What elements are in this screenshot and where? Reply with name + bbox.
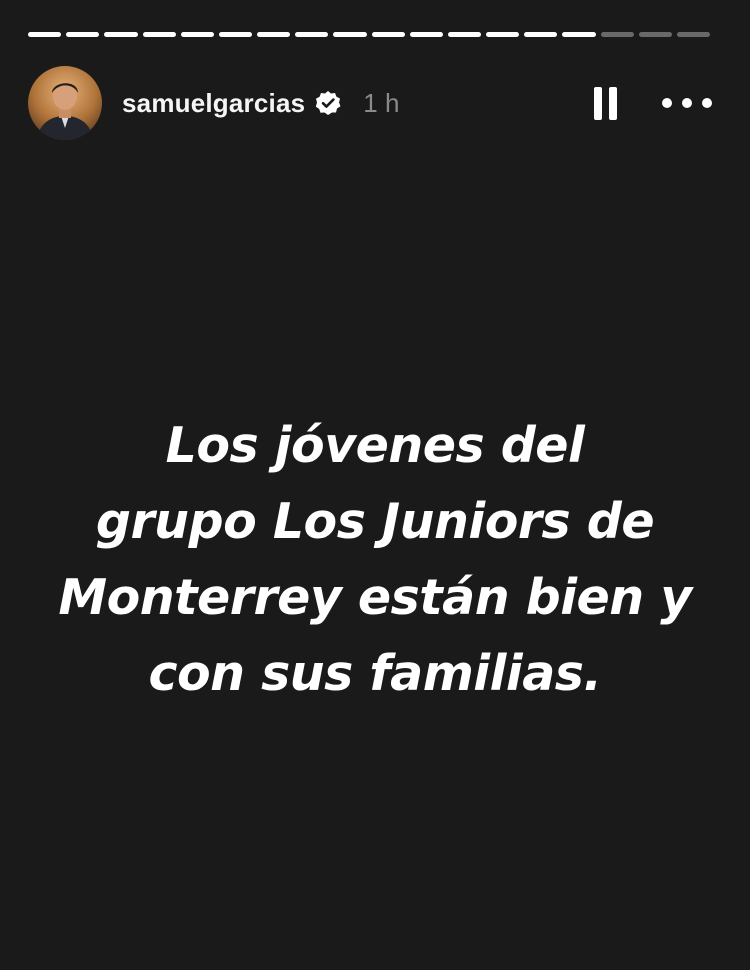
progress-segment-fill	[104, 32, 138, 37]
progress-segment-fill	[486, 32, 520, 37]
progress-segment-fill	[142, 32, 176, 37]
progress-segment-fill	[180, 32, 214, 37]
progress-segment	[524, 32, 558, 37]
progress-segment	[600, 32, 634, 37]
more-options-button[interactable]	[662, 88, 712, 118]
progress-segment	[257, 32, 291, 37]
story-text-line: con sus familias.	[148, 645, 602, 702]
story-text-line: Monterrey están bien y	[58, 569, 692, 626]
progress-segment	[447, 32, 482, 37]
progress-segment	[295, 32, 329, 37]
progress-segment-fill	[371, 32, 405, 37]
progress-segment	[218, 32, 253, 37]
progress-segment-fill	[409, 32, 443, 37]
progress-segment	[104, 32, 138, 37]
progress-segment	[486, 32, 520, 37]
progress-segment	[333, 32, 367, 37]
verified-badge-icon	[315, 90, 341, 116]
progress-segment-fill	[66, 32, 100, 37]
progress-segment-fill	[257, 32, 291, 37]
story-text-line: grupo Los Juniors de	[95, 493, 655, 550]
progress-segment-fill	[562, 32, 596, 37]
progress-segment	[142, 32, 176, 37]
progress-segment	[180, 32, 214, 37]
pause-icon	[593, 86, 602, 120]
story-progress-bar	[28, 32, 711, 37]
username[interactable]: samuelgarcias	[122, 88, 305, 119]
more-options-dot	[702, 98, 712, 108]
progress-segment	[28, 32, 62, 37]
progress-segment	[676, 32, 711, 37]
progress-segment	[638, 32, 672, 37]
profile-photo	[28, 66, 102, 140]
progress-segment-fill	[295, 32, 329, 37]
progress-segment-fill	[333, 32, 367, 37]
progress-segment-fill	[28, 32, 62, 37]
story-header: samuelgarcias 1 h	[28, 66, 712, 140]
progress-segment	[371, 32, 405, 37]
post-time: 1 h	[363, 87, 400, 118]
story-text: Los jóvenes del grupo Los Juniors de Mon…	[20, 408, 730, 712]
more-options-dot	[682, 98, 692, 108]
progress-segment-fill	[218, 32, 253, 37]
progress-segment	[562, 32, 596, 37]
pause-icon-bar	[608, 86, 617, 120]
avatar[interactable]	[28, 66, 102, 140]
progress-segment-fill	[524, 32, 558, 37]
story-text-line: Los jóvenes del	[165, 417, 585, 474]
more-options-icon	[662, 98, 672, 108]
progress-segment-fill	[447, 32, 482, 37]
pause-button[interactable]	[588, 83, 622, 123]
progress-segment	[66, 32, 100, 37]
progress-segment	[409, 32, 443, 37]
